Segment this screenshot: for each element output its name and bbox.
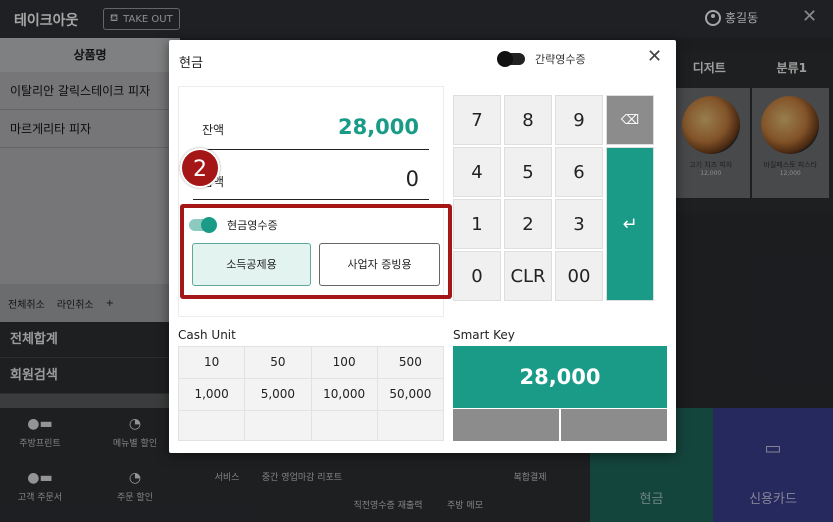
key-3[interactable]: 3 xyxy=(555,199,603,249)
key-6[interactable]: 6 xyxy=(555,147,603,197)
key-9[interactable]: 9 xyxy=(555,95,603,145)
income-deduction-button[interactable]: 소득공제용 xyxy=(192,243,311,286)
cash-unit-empty xyxy=(377,411,443,440)
cash-unit-button[interactable]: 50 xyxy=(245,347,311,378)
key-4[interactable]: 4 xyxy=(453,147,501,197)
key-0[interactable]: 0 xyxy=(453,251,501,301)
enter-icon[interactable]: ↵ xyxy=(606,147,654,301)
cash-unit-button[interactable]: 10 xyxy=(179,347,245,378)
cash-unit-button[interactable]: 1,000 xyxy=(179,379,245,410)
business-proof-button[interactable]: 사업자 증빙용 xyxy=(319,243,440,286)
balance-value: 28,000 xyxy=(337,115,419,139)
backspace-icon[interactable]: ⌫ xyxy=(606,95,654,145)
toggle-switch[interactable] xyxy=(189,217,217,233)
cash-unit-empty xyxy=(311,411,377,440)
cash-unit-button[interactable]: 100 xyxy=(311,347,377,378)
key-8[interactable]: 8 xyxy=(504,95,552,145)
key-clear[interactable]: CLR xyxy=(504,251,552,301)
numeric-keypad: 7 8 9 ⌫ 4 5 6 ↵ 1 2 3 0 CLR 00 xyxy=(453,95,655,301)
cash-receipt-toggle[interactable]: 현금영수증 xyxy=(189,217,278,233)
dialog-title: 현금 xyxy=(179,56,203,71)
cash-payment-dialog: 현금 간략영수증 ✕ 잔액 28,000 금액 0 2 현금영수증 소득공제용 … xyxy=(169,40,676,453)
key-00[interactable]: 00 xyxy=(555,251,603,301)
divider xyxy=(193,149,429,150)
cash-unit-button[interactable]: 500 xyxy=(377,347,443,378)
key-1[interactable]: 1 xyxy=(453,199,501,249)
smart-key-button[interactable]: 28,000 xyxy=(453,346,667,408)
cash-receipt-label: 현금영수증 xyxy=(227,219,278,232)
smart-key-empty xyxy=(453,409,559,441)
divider xyxy=(193,199,429,200)
toggle-switch[interactable] xyxy=(497,51,525,67)
smart-key-label: Smart Key xyxy=(453,328,515,342)
cash-unit-button[interactable]: 5,000 xyxy=(245,379,311,410)
key-7[interactable]: 7 xyxy=(453,95,501,145)
simple-receipt-label: 간략영수증 xyxy=(535,53,586,66)
smart-key-empty xyxy=(561,409,667,441)
simple-receipt-toggle[interactable]: 간략영수증 xyxy=(497,51,586,67)
cash-unit-button[interactable]: 10,000 xyxy=(311,379,377,410)
received-amount-field[interactable]: 0 xyxy=(406,167,419,191)
close-icon[interactable]: ✕ xyxy=(647,46,662,67)
key-5[interactable]: 5 xyxy=(504,147,552,197)
cash-unit-grid: 10 50 100 500 1,000 5,000 10,000 50,000 xyxy=(178,346,444,441)
balance-label: 잔액 xyxy=(202,123,225,137)
cash-unit-button[interactable]: 50,000 xyxy=(377,379,443,410)
cash-unit-label: Cash Unit xyxy=(178,328,236,342)
key-2[interactable]: 2 xyxy=(504,199,552,249)
cash-unit-empty xyxy=(245,411,311,440)
cash-unit-empty xyxy=(179,411,245,440)
step-badge: 2 xyxy=(180,148,220,188)
